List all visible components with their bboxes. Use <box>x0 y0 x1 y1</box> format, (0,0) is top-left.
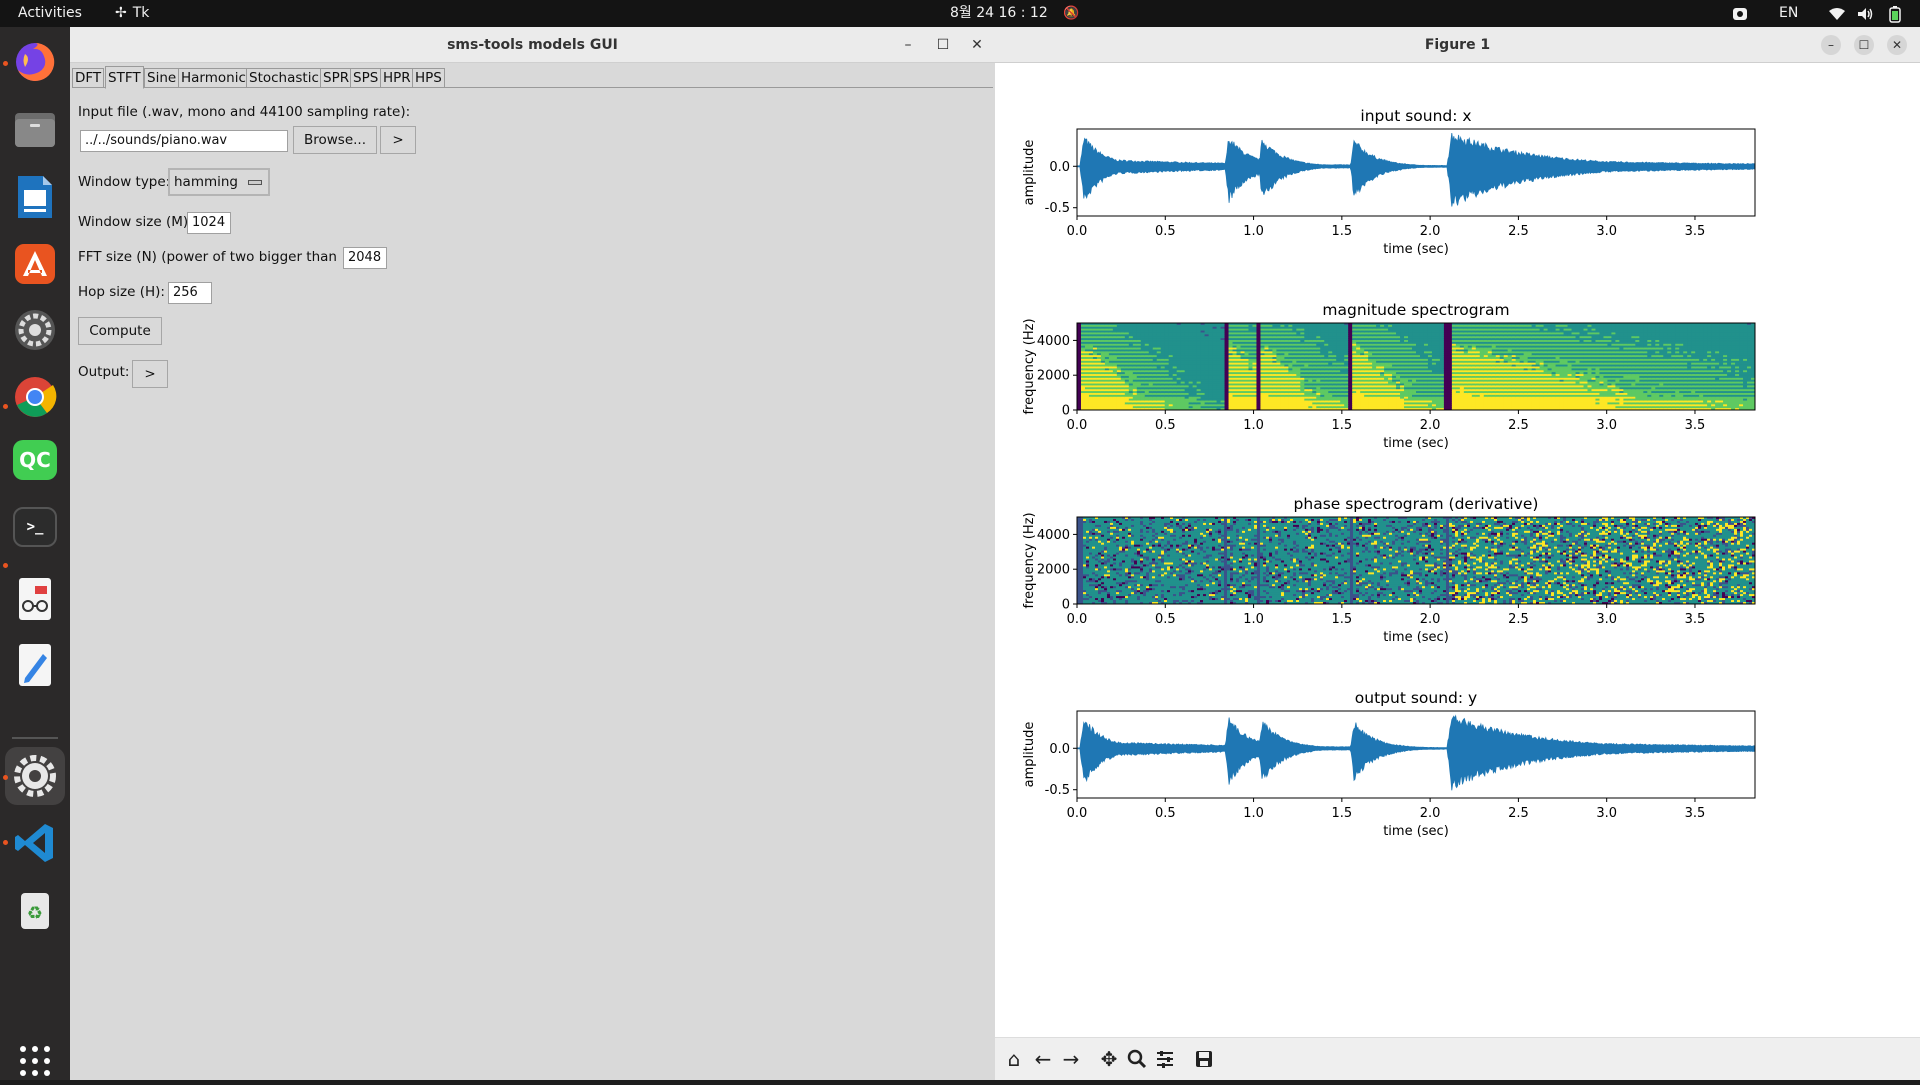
y-axis-label: amplitude <box>1022 140 1037 206</box>
running-indicator <box>3 840 8 845</box>
clock[interactable]: 8월 24 16 : 12 <box>950 0 1048 27</box>
show-apps-icon[interactable] <box>11 1037 59 1085</box>
input-file-field[interactable]: ../../sounds/piano.wav <box>80 130 288 152</box>
running-indicator <box>3 563 8 568</box>
tab-sps[interactable]: SPS <box>350 68 381 88</box>
trash-icon[interactable]: ♻ <box>11 885 59 933</box>
window-titlebar[interactable]: sms-tools models GUI – ☐ ✕ <box>70 27 995 63</box>
tab-harmonic[interactable]: Harmonic <box>178 68 249 88</box>
minimize-button[interactable]: – <box>1821 35 1841 55</box>
hop-size-field[interactable]: 256 <box>168 282 212 304</box>
terminal-icon[interactable]: >_ <box>13 507 57 547</box>
x-tick-label: 2.0 <box>1420 224 1441 239</box>
minimize-button[interactable]: – <box>897 34 919 56</box>
fft-size-label: FFT size (N) (power of two bigger than M <box>78 249 341 265</box>
x-tick-label: 0.5 <box>1155 224 1176 239</box>
running-indicator <box>3 404 8 409</box>
waveform <box>1077 133 1755 207</box>
subplot-2: magnitude spectrogram4000200000.00.51.01… <box>1022 301 1756 451</box>
tk-feather-icon: ✢ <box>115 5 127 21</box>
axes-frame <box>1077 129 1755 216</box>
dock-separator <box>12 737 58 739</box>
x-tick-label: 3.0 <box>1596 224 1617 239</box>
figure-window: Figure 1 – ☐ ✕ input sound: x 0.0 -0.5 0.0 0… <box>995 27 1920 1080</box>
maximize-button[interactable]: ☐ <box>932 34 954 56</box>
sms-tools-window: sms-tools models GUI – ☐ ✕ DFT STFT Sine… <box>70 27 995 1080</box>
y-tick-label: -0.5 <box>1045 201 1070 216</box>
vscode-icon[interactable] <box>11 819 59 867</box>
window-type-select[interactable]: hamming <box>168 168 270 196</box>
close-button[interactable]: ✕ <box>966 34 988 56</box>
wifi-icon[interactable] <box>1828 0 1846 27</box>
input-file-label: Input file (.wav, mono and 44100 samplin… <box>78 104 410 120</box>
compute-button[interactable]: Compute <box>78 317 162 345</box>
files-icon[interactable] <box>11 105 59 153</box>
x-tick-label: 3.5 <box>1685 224 1706 239</box>
settings-active-icon[interactable] <box>11 752 59 800</box>
app-center-icon[interactable] <box>11 240 59 288</box>
running-indicator <box>3 775 8 780</box>
x-tick-label: 1.0 <box>1243 224 1264 239</box>
document-viewer-icon[interactable] <box>11 575 59 623</box>
option-menu-indicator-icon <box>248 180 262 185</box>
tab-dft[interactable]: DFT <box>72 68 104 88</box>
tab-stochastic[interactable]: Stochastic <box>246 68 322 88</box>
figure-title: Figure 1 <box>995 27 1920 63</box>
play-output-button[interactable]: > <box>132 360 168 388</box>
chart-title: magnitude spectrogram <box>1322 301 1509 319</box>
tab-sine[interactable]: Sine <box>144 68 179 88</box>
subplot-1: input sound: x 0.0 -0.5 0.0 0.5 1.0 1.5 2.0 2.5 3… <box>1022 107 1755 257</box>
firefox-icon[interactable] <box>11 38 59 86</box>
system-settings-icon[interactable] <box>11 306 59 354</box>
browse-button[interactable]: Browse... <box>293 126 377 154</box>
tab-hpr[interactable]: HPR <box>380 68 414 88</box>
app-indicator-label: Tk <box>133 5 150 21</box>
window-size-field[interactable]: 1024 <box>187 212 231 234</box>
dock: QC >_ ♻ <box>0 27 70 1080</box>
activities-button[interactable]: Activities <box>18 0 82 27</box>
qt-creator-icon[interactable]: QC <box>13 440 57 480</box>
model-tabs: DFT STFT Sine Harmonic Stochastic SPR SP… <box>72 66 993 88</box>
fft-size-field[interactable]: 2048 <box>343 247 387 269</box>
chrome-icon[interactable] <box>11 373 59 421</box>
maximize-button[interactable]: ☐ <box>1854 35 1874 55</box>
window-size-label: Window size (M) <box>78 214 188 230</box>
app-indicator[interactable]: ✢ Tk <box>115 0 149 27</box>
tab-spr[interactable]: SPR <box>320 68 352 88</box>
hop-size-label: Hop size (H): <box>78 284 165 300</box>
text-editor-icon[interactable] <box>11 641 59 689</box>
x-tick-label: 1.5 <box>1332 224 1353 239</box>
libreoffice-impress-icon[interactable] <box>11 173 59 221</box>
running-indicator <box>3 61 8 66</box>
battery-icon[interactable] <box>1889 0 1901 27</box>
top-bar: Activities ✢ Tk 8월 24 16 : 12 🔕 EN <box>0 0 1920 27</box>
heatmap-cells <box>1077 323 1756 411</box>
volume-icon[interactable] <box>1857 0 1875 27</box>
x-axis-label: time (sec) <box>1383 242 1449 257</box>
play-input-button[interactable]: > <box>380 126 416 154</box>
tab-hps[interactable]: HPS <box>412 68 445 88</box>
chat-tray-icon[interactable] <box>1732 0 1748 27</box>
x-tick-label: 0.0 <box>1067 224 1088 239</box>
output-label: Output: <box>78 364 129 380</box>
notification-muted-icon: 🔕 <box>1063 0 1079 27</box>
window-type-value: hamming <box>174 174 238 190</box>
figure-titlebar[interactable]: Figure 1 – ☐ ✕ <box>995 27 1920 63</box>
chart-title: input sound: x <box>1360 107 1471 125</box>
close-button[interactable]: ✕ <box>1887 35 1907 55</box>
language-indicator[interactable]: EN <box>1779 0 1798 27</box>
x-tick-label: 2.5 <box>1508 224 1529 239</box>
window-type-label: Window type: <box>78 174 170 190</box>
window-title: sms-tools models GUI <box>70 27 995 63</box>
matplotlib-canvas[interactable]: input sound: x 0.0 -0.5 0.0 0.5 1.0 1.5 2.0 2.5 3… <box>995 63 1920 1037</box>
tab-stft[interactable]: STFT <box>105 66 144 89</box>
y-tick-label: 0.0 <box>1049 160 1070 175</box>
